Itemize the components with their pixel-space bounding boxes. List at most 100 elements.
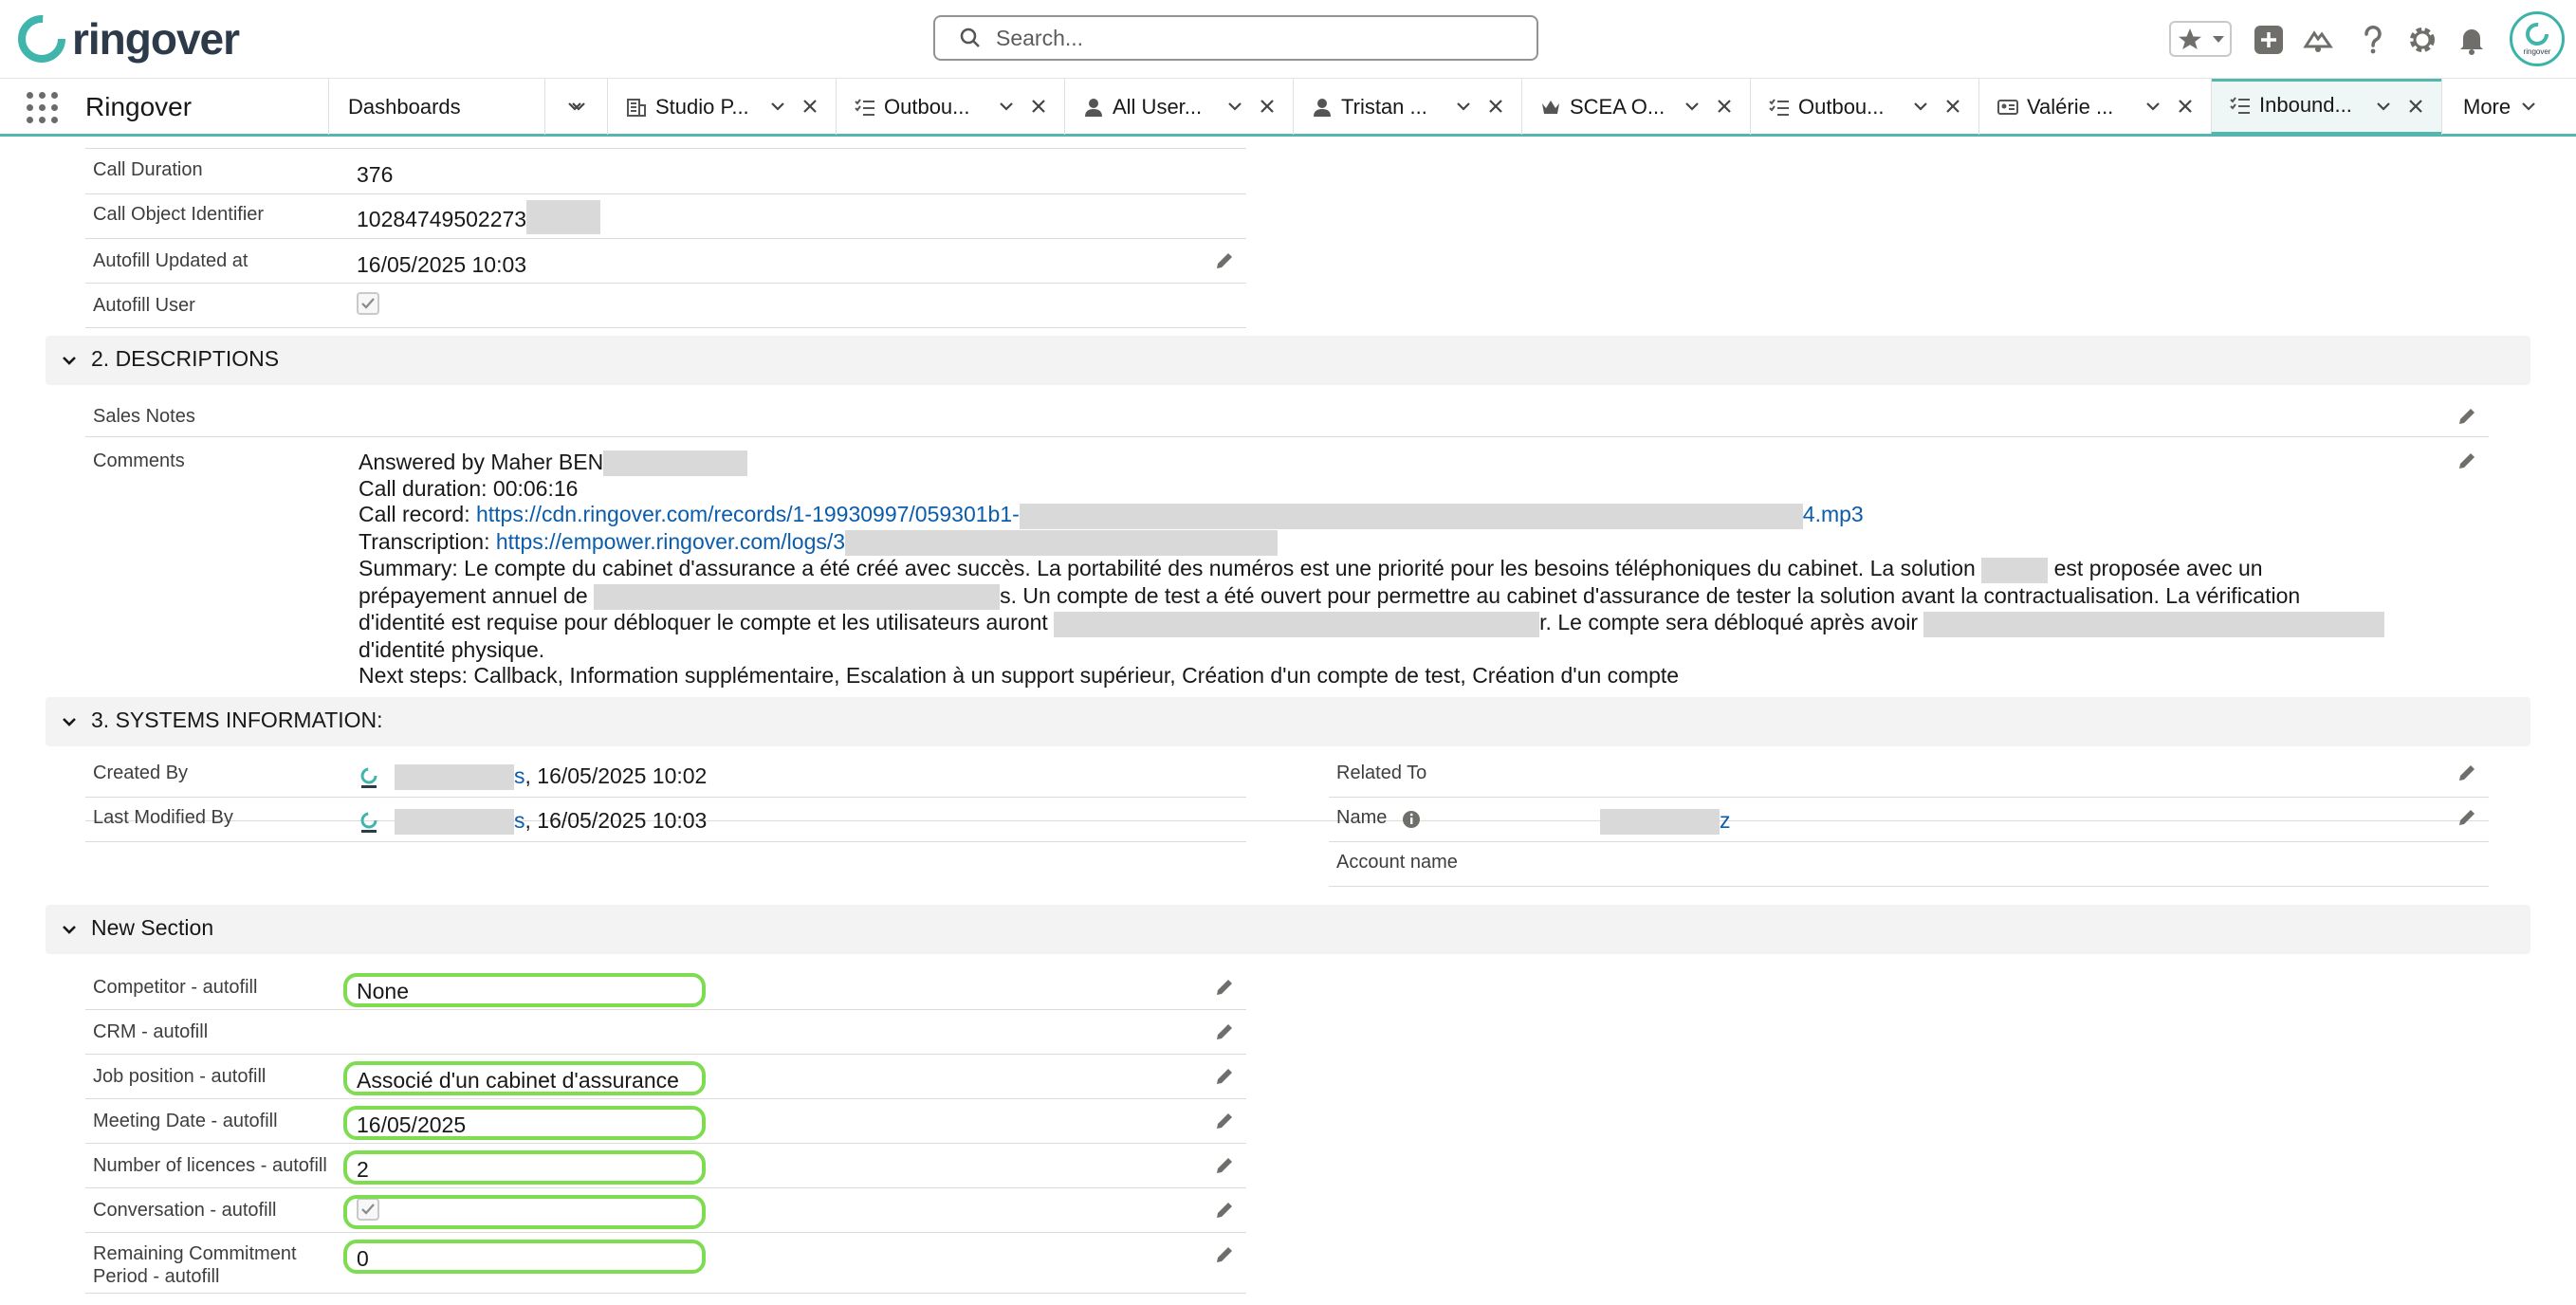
field-label: Name <box>1336 807 1388 828</box>
created-by-date: , 16/05/2025 10:02 <box>524 763 708 788</box>
edit-pencil-icon[interactable] <box>1214 1066 1235 1087</box>
search-input[interactable] <box>994 24 1491 52</box>
comment-line: Summary: Le compte du cabinet d'assuranc… <box>359 556 2445 583</box>
cloud-mountain-icon <box>2303 30 2333 52</box>
highlight-competitor <box>343 973 706 1007</box>
comment-line: Answered by Maher BEN <box>359 450 2445 477</box>
edit-pencil-icon[interactable] <box>2456 450 2477 471</box>
user-icon <box>1314 98 1331 117</box>
list-check-icon <box>1769 98 1789 116</box>
field-account-name: Account name <box>1329 842 2489 887</box>
edit-pencil-icon[interactable] <box>2456 406 2477 427</box>
tab-all-users[interactable]: All User... <box>1064 79 1293 135</box>
logo-text: ringover <box>72 14 240 64</box>
redacted-block <box>1600 809 1720 836</box>
edit-pencil-icon[interactable] <box>1214 1111 1235 1131</box>
ringover-logo[interactable]: ringover <box>17 13 240 64</box>
user-avatar[interactable]: ringover <box>2510 11 2565 66</box>
chevron-down-icon[interactable] <box>2144 98 2162 115</box>
close-icon[interactable] <box>1486 97 1505 116</box>
bell-icon <box>2460 29 2483 55</box>
created-by-user-link[interactable]: s <box>395 763 525 791</box>
name-suffix: z <box>1720 808 1731 833</box>
field-value: 16/05/2025 10:03 <box>357 252 527 277</box>
transcription-link[interactable]: https://empower.ringover.com/logs/3 <box>495 528 1279 557</box>
tab-studio[interactable]: Studio P... <box>607 79 836 135</box>
close-icon[interactable] <box>2406 97 2425 116</box>
chevron-down-icon[interactable] <box>1226 98 1243 115</box>
tab-inbound-active[interactable]: Inbound... <box>2211 79 2441 135</box>
star-icon[interactable] <box>2171 25 2209 53</box>
chevron-down-icon[interactable] <box>1912 98 1929 115</box>
edit-pencil-icon[interactable] <box>2456 807 2477 828</box>
navigation-bar: Ringover Dashboards Studio P... Outbou..… <box>0 78 2576 137</box>
setup-button[interactable] <box>2403 21 2441 59</box>
close-icon[interactable] <box>2176 97 2195 116</box>
info-icon[interactable] <box>1401 809 1422 830</box>
user-icon <box>1085 98 1102 117</box>
edit-pencil-icon[interactable] <box>2456 763 2477 783</box>
chevron-down-icon[interactable] <box>2209 25 2228 53</box>
ringover-user-icon <box>360 767 377 788</box>
close-icon[interactable] <box>1943 97 1962 116</box>
redacted-block <box>603 450 748 477</box>
chevron-down-icon[interactable] <box>1455 98 1472 115</box>
comments-body: Answered by Maher BEN Call duration: 00:… <box>359 450 2445 689</box>
chevron-down-icon[interactable] <box>59 711 80 732</box>
chevron-down-icon[interactable] <box>998 98 1015 115</box>
app-launcher-icon[interactable] <box>27 92 59 124</box>
chevron-down-icon[interactable] <box>1684 98 1701 115</box>
favorites-button-group[interactable] <box>2169 21 2232 57</box>
chevron-down-icon[interactable] <box>59 350 80 371</box>
close-icon[interactable] <box>1029 97 1048 116</box>
comment-line: Next steps: Callback, Information supplé… <box>359 662 1680 688</box>
name-link[interactable]: z <box>1600 808 1731 836</box>
section-new-header[interactable]: New Section <box>46 905 2530 954</box>
edit-pencil-icon[interactable] <box>1214 1244 1235 1265</box>
section-descriptions-header[interactable]: 2. DESCRIPTIONS <box>46 336 2530 385</box>
tab-label: Outbou... <box>884 94 970 119</box>
chevron-down-icon[interactable] <box>2375 98 2392 115</box>
transcription-link-text: https://empower.ringover.com/logs/3 <box>495 528 846 554</box>
edit-pencil-icon[interactable] <box>1214 1155 1235 1176</box>
tab-outbound-2[interactable]: Outbou... <box>1750 79 1978 135</box>
global-search[interactable] <box>933 15 1538 61</box>
edit-pencil-icon[interactable] <box>1214 1200 1235 1221</box>
tab-label: Tristan ... <box>1341 94 1427 119</box>
tab-valerie[interactable]: Valérie ... <box>1978 79 2211 135</box>
edit-pencil-icon[interactable] <box>1214 1021 1235 1042</box>
close-icon[interactable] <box>1715 97 1734 116</box>
chevron-down-icon[interactable] <box>2520 98 2537 115</box>
record-detail-body: Call Duration 376 Call Object Identifier… <box>0 137 2576 1305</box>
last-modified-suffix: s <box>514 808 525 833</box>
notifications-button[interactable] <box>2453 21 2491 59</box>
field-created-by: Created By s, 16/05/2025 10:02 <box>85 753 1246 798</box>
close-icon[interactable] <box>800 97 819 116</box>
tab-label: Dashboards <box>348 94 461 119</box>
tab-outbound-1[interactable]: Outbou... <box>836 79 1064 135</box>
avatar-text: ringover <box>2523 47 2551 56</box>
list-check-icon <box>2230 97 2250 114</box>
field-autofill-updated-at: Autofill Updated at 16/05/2025 10:03 <box>85 239 1246 284</box>
help-button[interactable] <box>2354 21 2392 59</box>
call-record-link-start: https://cdn.ringover.com/records/1-19930… <box>475 502 1020 527</box>
trailhead-button[interactable] <box>2299 21 2337 59</box>
chevron-down-icon[interactable] <box>566 98 583 115</box>
tab-dashboards-menu[interactable] <box>544 79 607 135</box>
last-modified-user-link[interactable]: s <box>395 808 525 836</box>
chevron-down-icon[interactable] <box>769 98 786 115</box>
tab-dashboards[interactable]: Dashboards <box>328 79 585 135</box>
edit-pencil-icon[interactable] <box>1214 250 1235 271</box>
call-record-link[interactable]: https://cdn.ringover.com/records/1-19930… <box>475 502 1864 529</box>
tab-scea[interactable]: SCEA O... <box>1521 79 1750 135</box>
edit-pencil-icon[interactable] <box>1214 977 1235 998</box>
tab-tristan[interactable]: Tristan ... <box>1293 79 1521 135</box>
tab-more[interactable]: More <box>2441 79 2576 135</box>
section-systems-header[interactable]: 3. SYSTEMS INFORMATION: <box>46 697 2530 746</box>
tab-label: All User... <box>1113 94 1203 119</box>
global-actions-button[interactable] <box>2250 21 2288 59</box>
chevron-down-icon[interactable] <box>59 919 80 940</box>
highlight-number-of-licences <box>343 1150 706 1185</box>
close-icon[interactable] <box>1258 97 1277 116</box>
answered-by-text: Answered by Maher BEN <box>359 450 604 474</box>
